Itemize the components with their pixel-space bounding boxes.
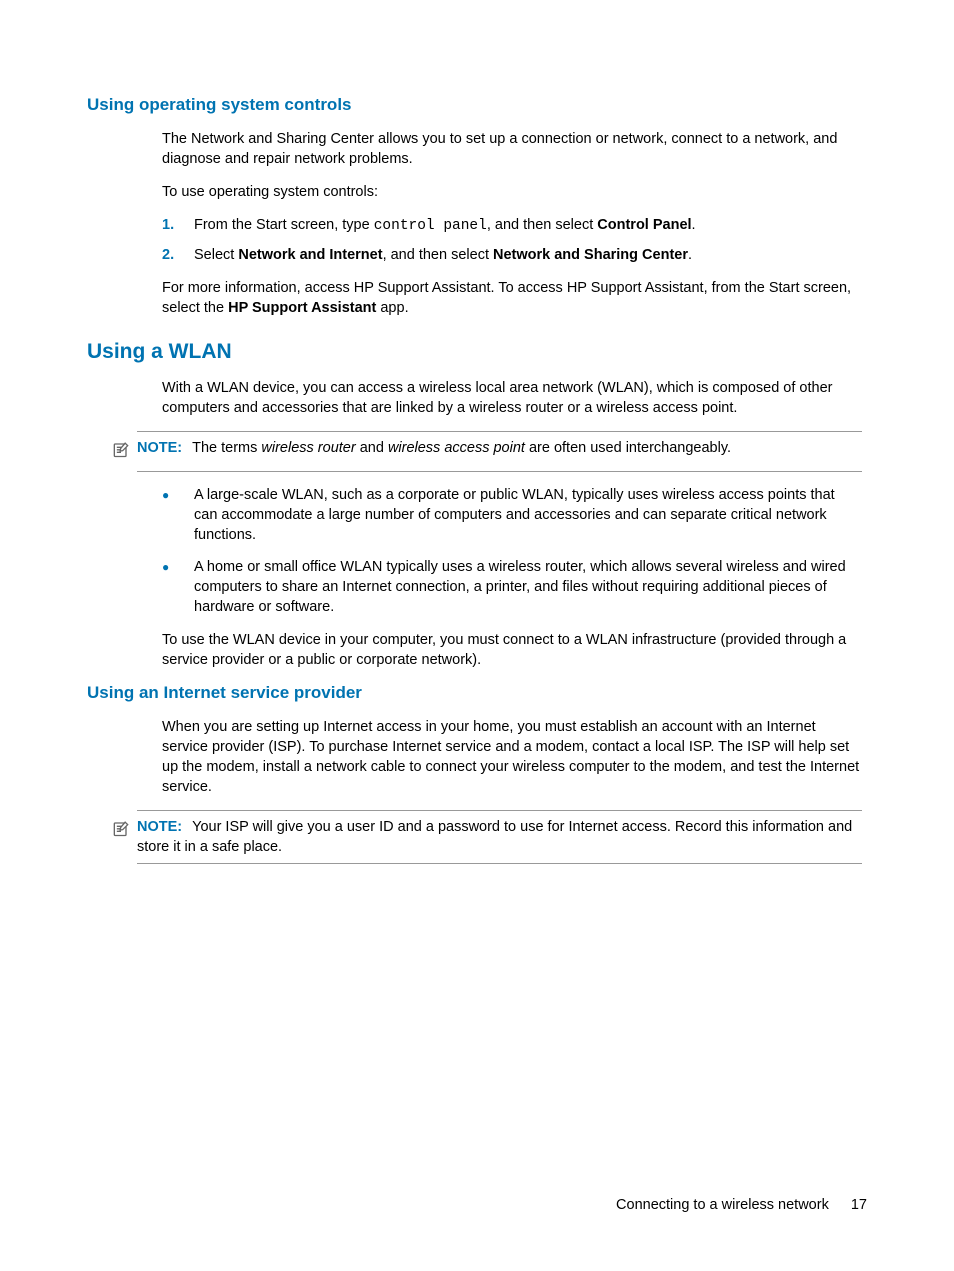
bullet-content: A home or small office WLAN typically us…	[194, 557, 862, 617]
page-footer: Connecting to a wireless network 17	[616, 1197, 867, 1213]
text: .	[688, 247, 692, 263]
os-steps-list: 1. From the Start screen, type control p…	[162, 215, 862, 265]
bullet-item: ● A large-scale WLAN, such as a corporat…	[162, 485, 862, 545]
list-marker: 2.	[162, 245, 194, 265]
page-number: 17	[851, 1197, 867, 1213]
wlan-bullet-list: ● A large-scale WLAN, such as a corporat…	[162, 485, 862, 617]
note-icon	[111, 817, 137, 844]
bold-text: Network and Internet	[238, 247, 382, 263]
os-controls-body: The Network and Sharing Center allows yo…	[162, 129, 862, 318]
os-step-2: 2. Select Network and Internet, and then…	[162, 245, 862, 265]
os-step-1: 1. From the Start screen, type control p…	[162, 215, 862, 236]
os-step-1-content: From the Start screen, type control pane…	[194, 215, 862, 236]
wlan-note: NOTE: The terms wireless router and wirel…	[137, 431, 862, 472]
bold-text: Control Panel	[597, 217, 691, 233]
italic-text: wireless router	[261, 440, 355, 456]
text: The terms	[192, 440, 261, 456]
isp-note: NOTE:Your ISP will give you a user ID an…	[137, 810, 862, 864]
text: .	[692, 217, 696, 233]
wlan-closing-block: To use the WLAN device in your computer,…	[162, 630, 862, 670]
bullet-marker: ●	[162, 557, 194, 617]
italic-text: wireless access point	[388, 440, 525, 456]
os-to-use: To use operating system controls:	[162, 182, 862, 202]
os-step-2-content: Select Network and Internet, and then se…	[194, 245, 862, 265]
wlan-closing: To use the WLAN device in your computer,…	[162, 630, 862, 670]
text: Your ISP will give you a user ID and a p…	[137, 819, 852, 855]
os-more-info: For more information, access HP Support …	[162, 278, 862, 318]
note-icon	[111, 438, 137, 465]
list-marker: 1.	[162, 215, 194, 236]
code-text: control panel	[374, 218, 487, 234]
wlan-body: With a WLAN device, you can access a wir…	[162, 378, 862, 418]
heading-os-controls: Using operating system controls	[87, 95, 867, 115]
text: and	[356, 440, 388, 456]
note-label: NOTE:	[137, 440, 182, 456]
os-intro: The Network and Sharing Center allows yo…	[162, 129, 862, 169]
text: Select	[194, 247, 238, 263]
heading-isp: Using an Internet service provider	[87, 683, 867, 703]
heading-using-wlan: Using a WLAN	[87, 340, 867, 364]
isp-body: When you are setting up Internet access …	[162, 717, 862, 797]
text: , and then select	[487, 217, 597, 233]
isp-intro: When you are setting up Internet access …	[162, 717, 862, 797]
footer-section: Connecting to a wireless network	[616, 1197, 829, 1213]
text: are often used interchangeably.	[525, 440, 731, 456]
bold-text: HP Support Assistant	[228, 300, 376, 316]
text: app.	[376, 300, 408, 316]
wlan-intro: With a WLAN device, you can access a wir…	[162, 378, 862, 418]
bullet-item: ● A home or small office WLAN typically …	[162, 557, 862, 617]
text: From the Start screen, type	[194, 217, 374, 233]
note-label: NOTE:	[137, 819, 182, 835]
bold-text: Network and Sharing Center	[493, 247, 688, 263]
note-content: NOTE: The terms wireless router and wirel…	[137, 438, 862, 458]
text: , and then select	[383, 247, 493, 263]
bullet-content: A large-scale WLAN, such as a corporate …	[194, 485, 862, 545]
bullet-marker: ●	[162, 485, 194, 545]
note-content: NOTE:Your ISP will give you a user ID an…	[137, 817, 862, 857]
